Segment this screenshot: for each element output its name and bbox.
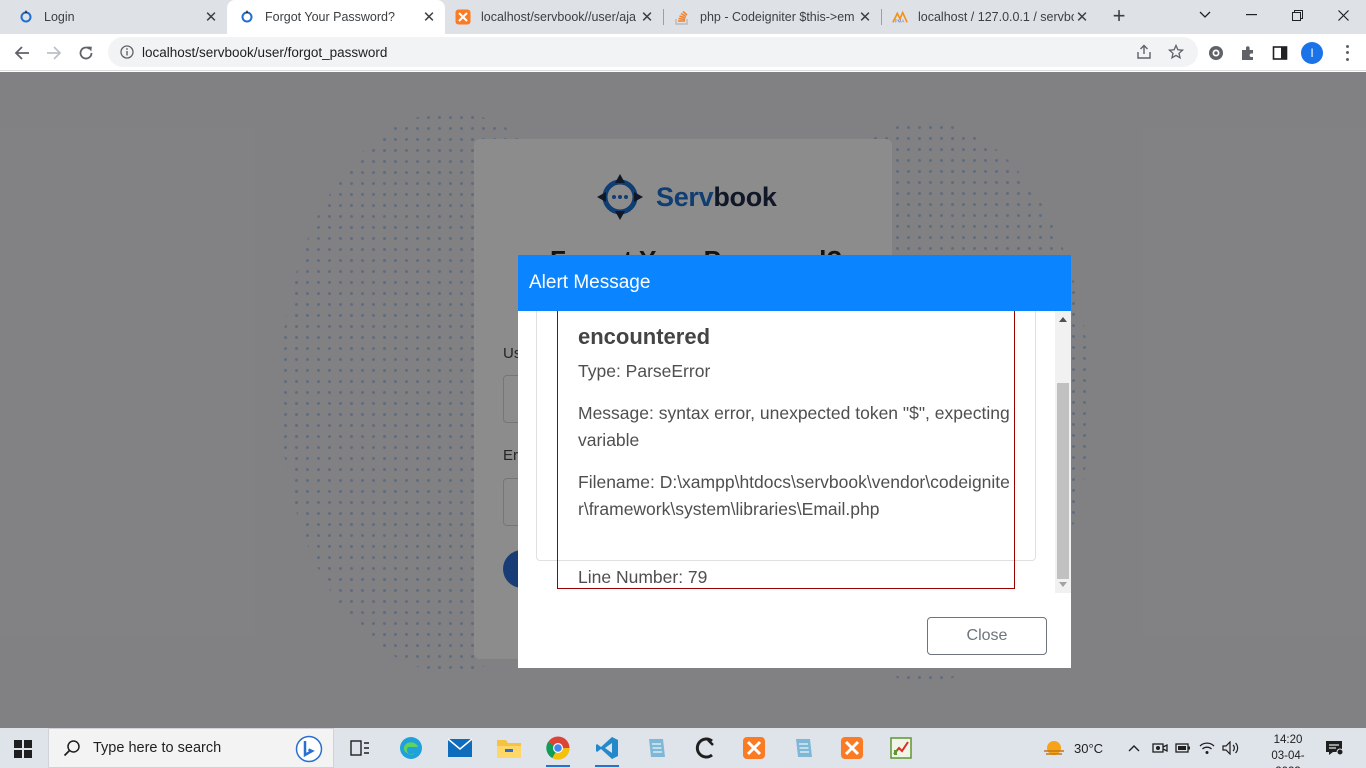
- tab-title: localhost/servbook//user/aja: [481, 10, 636, 24]
- modal-scrollbar[interactable]: [1055, 311, 1071, 593]
- weather-sun-icon: [1044, 741, 1064, 755]
- tab-title: localhost / 127.0.0.1 / servbo: [918, 10, 1074, 24]
- error-type: Type: ParseError: [578, 361, 711, 381]
- error-line-number: Line Number: 79: [578, 567, 708, 587]
- meet-now-icon[interactable]: [1152, 728, 1168, 768]
- svg-text:PMA: PMA: [895, 18, 905, 23]
- back-button[interactable]: [9, 40, 35, 66]
- modal-header: Alert Message: [518, 255, 1071, 311]
- tab-stackoverflow[interactable]: php - Codeigniter $this->em ✕: [664, 0, 881, 34]
- phpmyadmin-favicon-icon: PMA: [892, 9, 908, 25]
- show-hidden-icons[interactable]: [1128, 728, 1140, 768]
- scroll-down-arrow-icon[interactable]: [1059, 582, 1067, 587]
- scrollbar-thumb[interactable]: [1057, 383, 1069, 579]
- task-view-icon[interactable]: [344, 732, 376, 764]
- restore-button[interactable]: [1274, 0, 1320, 30]
- modal-title: Alert Message: [529, 272, 651, 293]
- battery-icon[interactable]: [1175, 728, 1191, 768]
- minimize-button[interactable]: [1228, 0, 1274, 30]
- wifi-icon[interactable]: [1199, 728, 1215, 768]
- file-explorer-icon[interactable]: [493, 732, 525, 764]
- scroll-up-arrow-icon[interactable]: [1059, 317, 1067, 322]
- xampp-control-icon-2[interactable]: [836, 732, 868, 764]
- close-tab-icon[interactable]: ✕: [857, 9, 873, 26]
- stackoverflow-favicon-icon: [674, 9, 690, 25]
- taskbar-search-box[interactable]: Type here to search: [48, 728, 334, 768]
- site-info-icon[interactable]: [120, 45, 134, 59]
- php-error-box: encountered Type: ParseError Message: sy…: [557, 311, 1015, 589]
- url-text: localhost/servbook/user/forgot_password: [142, 45, 388, 60]
- browser-menu-icon[interactable]: [1344, 43, 1350, 63]
- notepad-app-icon[interactable]: [640, 732, 672, 764]
- forward-button[interactable]: [41, 40, 67, 66]
- close-window-button[interactable]: [1320, 0, 1366, 30]
- windows-start-icon[interactable]: [14, 740, 32, 758]
- modal-body[interactable]: encountered Type: ParseError Message: sy…: [518, 311, 1071, 593]
- search-placeholder: Type here to search: [93, 740, 222, 756]
- profile-avatar[interactable]: I: [1301, 42, 1323, 64]
- close-button[interactable]: Close: [927, 617, 1047, 655]
- tab-phpmyadmin[interactable]: PMA localhost / 127.0.0.1 / servbo ✕: [882, 0, 1098, 34]
- address-bar[interactable]: localhost/servbook/user/forgot_password: [108, 37, 1198, 67]
- alert-modal: Alert Message encountered Type: ParseErr…: [518, 255, 1071, 668]
- bing-icon[interactable]: [295, 735, 323, 763]
- chrome-browser-icon[interactable]: [542, 732, 574, 767]
- xampp-control-icon[interactable]: [738, 732, 770, 764]
- tab-title: Login: [44, 10, 75, 24]
- notifications-icon[interactable]: [1325, 728, 1343, 768]
- ccleaner-icon[interactable]: [689, 732, 721, 764]
- search-icon: [63, 740, 80, 757]
- clock-date: 03-04-2023: [1271, 750, 1305, 768]
- tab-ajax-url[interactable]: localhost/servbook//user/aja ✕: [445, 0, 663, 34]
- new-tab-button[interactable]: +: [1108, 5, 1130, 27]
- extensions-puzzle-icon[interactable]: [1239, 44, 1257, 62]
- edge-browser-icon[interactable]: [395, 732, 427, 764]
- close-tab-icon[interactable]: ✕: [639, 9, 655, 26]
- reload-button[interactable]: [73, 40, 99, 66]
- browser-toolbar: localhost/servbook/user/forgot_password …: [0, 34, 1366, 71]
- extension-gear-icon[interactable]: [1207, 44, 1225, 62]
- side-panel-icon[interactable]: [1271, 44, 1289, 62]
- weather-widget[interactable]: 30°C: [1042, 728, 1103, 768]
- tab-title: Forgot Your Password?: [265, 10, 395, 24]
- volume-icon[interactable]: [1222, 728, 1240, 768]
- xampp-favicon-icon: [455, 9, 471, 25]
- error-message: Message: syntax error, unexpected token …: [578, 403, 1010, 450]
- close-tab-icon[interactable]: ✕: [1074, 9, 1090, 26]
- tab-forgot-password[interactable]: Forgot Your Password? ✕: [227, 0, 445, 34]
- close-tab-icon[interactable]: ✕: [203, 9, 219, 26]
- error-filename: Filename: D:\xampp\htdocs\servbook\vendo…: [578, 472, 1010, 519]
- servbook-favicon-icon: [239, 9, 255, 25]
- windows-taskbar: Type here to search 30°C 14:20 03-04-: [0, 728, 1366, 768]
- browser-tab-strip: Login ✕ Forgot Your Password? ✕ localhos…: [0, 0, 1366, 34]
- bookmark-star-icon[interactable]: [1167, 43, 1185, 60]
- servbook-favicon-icon: [18, 9, 34, 25]
- tab-title: php - Codeigniter $this->em: [700, 10, 855, 24]
- notepad-app-icon-2[interactable]: [787, 732, 819, 764]
- chart-app-icon[interactable]: [885, 732, 917, 764]
- tab-search-icon[interactable]: [1182, 0, 1228, 30]
- taskbar-clock[interactable]: 14:20 03-04-2023: [1262, 732, 1314, 768]
- error-heading: encountered: [578, 324, 711, 349]
- clock-time: 14:20: [1273, 734, 1303, 746]
- share-icon[interactable]: [1136, 44, 1152, 60]
- mail-icon[interactable]: [444, 732, 476, 764]
- tab-login[interactable]: Login ✕: [0, 0, 227, 34]
- vscode-icon[interactable]: [591, 732, 623, 767]
- close-tab-icon[interactable]: ✕: [421, 9, 437, 26]
- temperature: 30°C: [1074, 740, 1104, 756]
